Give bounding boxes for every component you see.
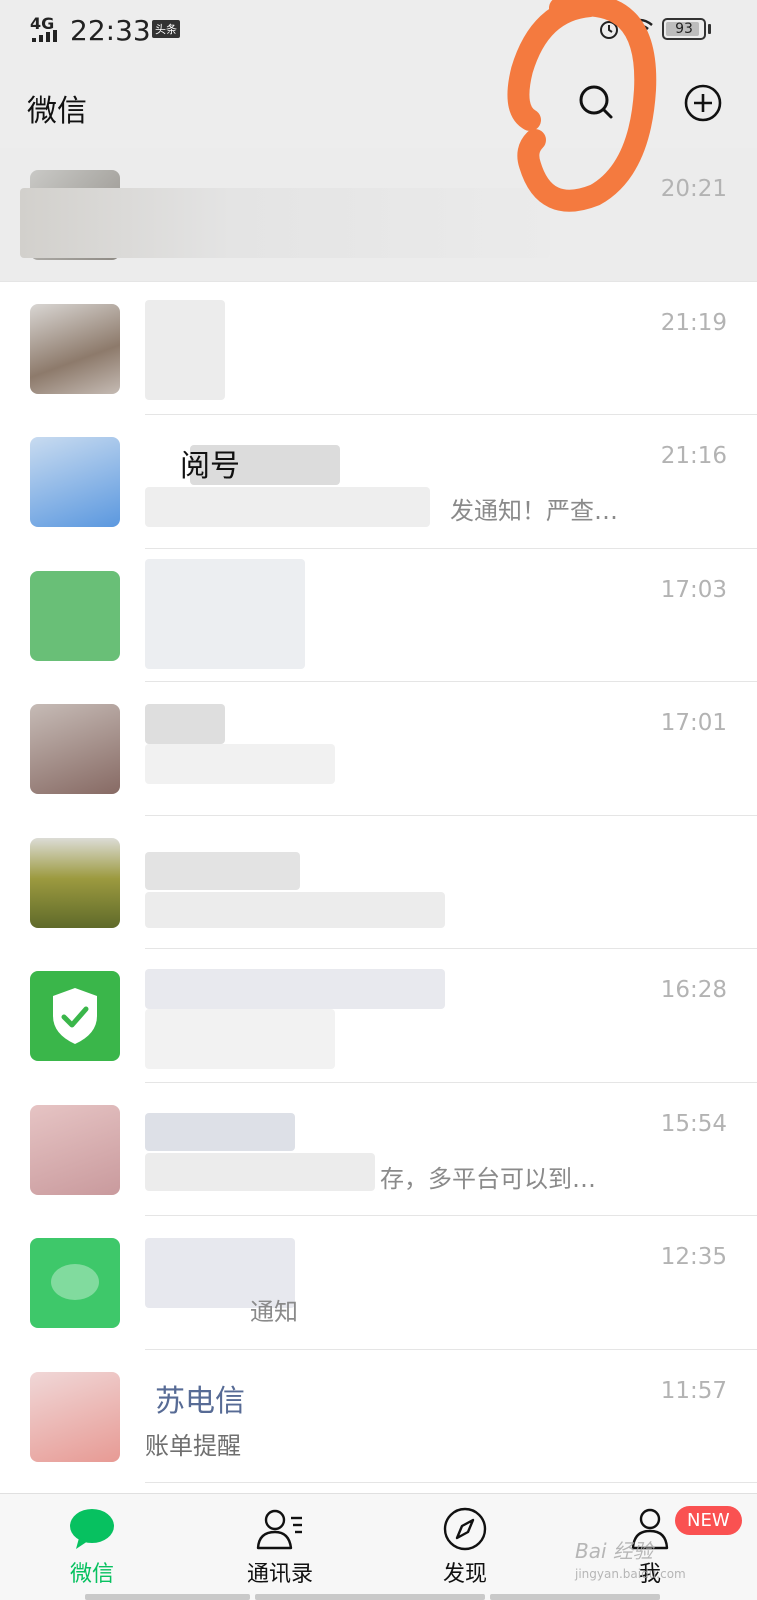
chat-preview: 发通知！严查… — [450, 497, 618, 525]
chat-preview: 账单提醒 — [145, 1431, 241, 1460]
search-icon[interactable] — [572, 78, 622, 128]
chat-item[interactable]: 20:21 — [0, 148, 757, 282]
compass-icon — [443, 1507, 487, 1551]
battery-level: 93 — [675, 21, 693, 37]
chat-time: 12:35 — [660, 1244, 727, 1270]
app-header: 微信 — [0, 60, 757, 148]
chat-list: 20:21 21:19 阅号 发通知！严查… 21:16 17:03 17:01 — [0, 148, 757, 1493]
chat-bubble-icon — [70, 1509, 114, 1549]
avatar — [30, 837, 120, 928]
nav-indicator — [255, 1594, 485, 1600]
chat-item[interactable]: 苏电信 账单提醒 11:57 — [0, 1350, 757, 1484]
tab-label: 通讯录 — [246, 1562, 313, 1587]
chat-name: 阅号 — [180, 449, 240, 484]
chat-item[interactable]: 16:28 — [0, 949, 757, 1083]
nav-indicator — [490, 1594, 660, 1600]
chat-preview: 通知 — [250, 1298, 298, 1326]
avatar — [30, 303, 120, 394]
watermark-logo: Bai 经验 — [575, 1539, 653, 1563]
chat-item[interactable]: 21:19 — [0, 282, 757, 416]
tab-label: 微信 — [69, 1562, 114, 1587]
notification-icon — [51, 1264, 99, 1300]
avatar — [30, 971, 120, 1061]
alarm-icon — [600, 21, 618, 39]
chat-item[interactable]: 17:01 — [0, 682, 757, 816]
tab-contacts[interactable]: 通讯录 — [205, 1494, 355, 1594]
chat-time: 21:19 — [660, 309, 727, 336]
chat-time: 20:21 — [660, 176, 727, 202]
tab-wechat[interactable]: 微信 — [17, 1494, 167, 1594]
chat-time: 21:16 — [660, 443, 727, 469]
new-badge: NEW — [675, 1506, 742, 1535]
plus-circle-icon[interactable] — [678, 78, 728, 128]
avatar — [30, 1238, 120, 1328]
chat-item[interactable]: 阅号 发通知！严查… 21:16 — [0, 415, 757, 549]
chat-item[interactable] — [0, 816, 757, 950]
page-title: 微信 — [27, 94, 87, 129]
shield-check-icon — [53, 988, 97, 1044]
avatar — [30, 1371, 120, 1462]
avatar — [30, 570, 120, 661]
chat-item[interactable]: 17:03 — [0, 549, 757, 683]
chat-item[interactable]: 存，多平台可以到… 15:54 — [0, 1083, 757, 1217]
nav-indicator — [85, 1594, 250, 1600]
chat-preview: 存，多平台可以到… — [380, 1164, 596, 1193]
toutiao-badge: 头条 — [152, 20, 180, 38]
tab-discover[interactable]: 发现 — [390, 1494, 540, 1594]
watermark-url: jingyan.baidu.com — [575, 1567, 686, 1581]
status-bar: 4G 22:33 头条 93 — [0, 0, 757, 60]
chat-time: 17:01 — [660, 710, 727, 736]
avatar — [30, 704, 120, 794]
avatar — [30, 1104, 120, 1195]
status-time: 22:33 — [70, 14, 151, 47]
wifi-icon — [627, 18, 653, 39]
tab-label: 发现 — [442, 1562, 487, 1587]
chat-time: 11:57 — [660, 1377, 727, 1404]
chat-item[interactable]: 通知 12:35 — [0, 1216, 757, 1350]
battery-icon: 93 — [662, 18, 706, 40]
chat-time: 16:28 — [660, 977, 727, 1003]
signal-icon — [32, 30, 62, 42]
avatar — [30, 437, 120, 527]
chat-time: 17:03 — [660, 576, 727, 603]
contacts-icon — [256, 1509, 302, 1550]
chat-time: 15:54 — [660, 1110, 727, 1137]
chat-name: 苏电信 — [155, 1383, 245, 1419]
